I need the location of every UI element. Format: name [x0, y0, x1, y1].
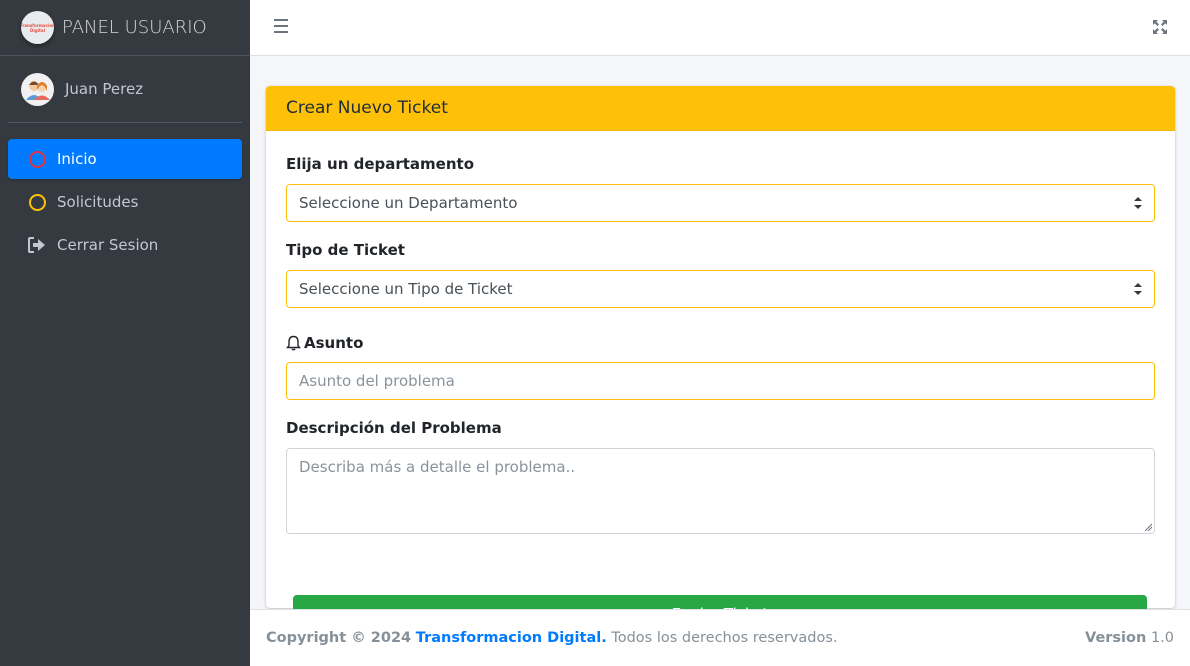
brand-logo: Transformacion Digital	[21, 11, 54, 44]
ticket-type-label: Tipo de Ticket	[286, 241, 405, 259]
description-textarea[interactable]: Describa más a detalle el problema..	[286, 448, 1155, 534]
version-label: Version	[1085, 630, 1147, 646]
sidebar-item-label: Cerrar Sesion	[57, 236, 159, 254]
brand-logo-text: Transformacion Digital	[21, 22, 54, 33]
sidebar-nav: Inicio Solicitudes Cerrar Sesion	[0, 123, 250, 265]
hamburger-menu-icon[interactable]	[274, 19, 288, 33]
sign-out-icon	[27, 237, 47, 253]
bell-icon	[286, 335, 301, 351]
circle-outline-icon	[27, 150, 47, 168]
ticket-type-select[interactable]: Seleccione un Tipo de Ticket	[286, 270, 1155, 308]
fullscreen-expand-icon[interactable]	[1152, 19, 1168, 35]
select-caret-icon	[1134, 283, 1142, 295]
user-name[interactable]: Juan Perez	[65, 80, 143, 98]
department-select-value: Seleccione un Departamento	[299, 194, 518, 212]
subject-input[interactable]: Asunto del problema	[286, 362, 1155, 400]
description-label: Descripción del Problema	[286, 419, 502, 437]
subject-placeholder: Asunto del problema	[299, 372, 455, 390]
footer-rights: Todos los derechos reservados.	[611, 630, 838, 646]
brand-link[interactable]: Transformacion Digital PANEL USUARIO	[0, 0, 250, 56]
sidebar-item-inicio[interactable]: Inicio	[8, 139, 242, 179]
sidebar-item-label: Inicio	[57, 150, 97, 168]
create-ticket-card: Crear Nuevo Ticket Elija un departamento…	[266, 86, 1175, 633]
users-avatar-icon	[25, 81, 50, 100]
circle-outline-icon	[27, 193, 47, 211]
footer-company-link[interactable]: Transformacion Digital.	[416, 630, 607, 646]
ticket-type-select-value: Seleccione un Tipo de Ticket	[299, 280, 513, 298]
subject-label-text: Asunto	[304, 334, 364, 352]
description-placeholder: Describa más a detalle el problema..	[299, 458, 576, 476]
footer-copyright: Copyright © 2024	[266, 630, 412, 646]
footer: Copyright © 2024 Transformacion Digital.…	[250, 609, 1190, 666]
version-info: Version 1.0	[1085, 630, 1174, 646]
resize-handle-icon[interactable]	[1144, 523, 1152, 531]
user-panel[interactable]: Juan Perez	[8, 56, 242, 123]
avatar	[21, 72, 54, 106]
brand-title: PANEL USUARIO	[62, 17, 207, 38]
department-label: Elija un departamento	[286, 155, 475, 173]
sidebar-item-label: Solicitudes	[57, 193, 139, 211]
subject-label: Asunto	[286, 334, 363, 352]
card-title: Crear Nuevo Ticket	[266, 86, 1175, 131]
select-caret-icon	[1134, 197, 1142, 209]
sidebar-item-cerrar-sesion[interactable]: Cerrar Sesion	[8, 225, 242, 265]
department-select[interactable]: Seleccione un Departamento	[286, 184, 1155, 222]
sidebar: Transformacion Digital PANEL USUARIO Jua…	[0, 0, 250, 666]
top-navbar	[250, 0, 1190, 56]
version-value: 1.0	[1150, 630, 1174, 646]
sidebar-item-solicitudes[interactable]: Solicitudes	[8, 182, 242, 222]
